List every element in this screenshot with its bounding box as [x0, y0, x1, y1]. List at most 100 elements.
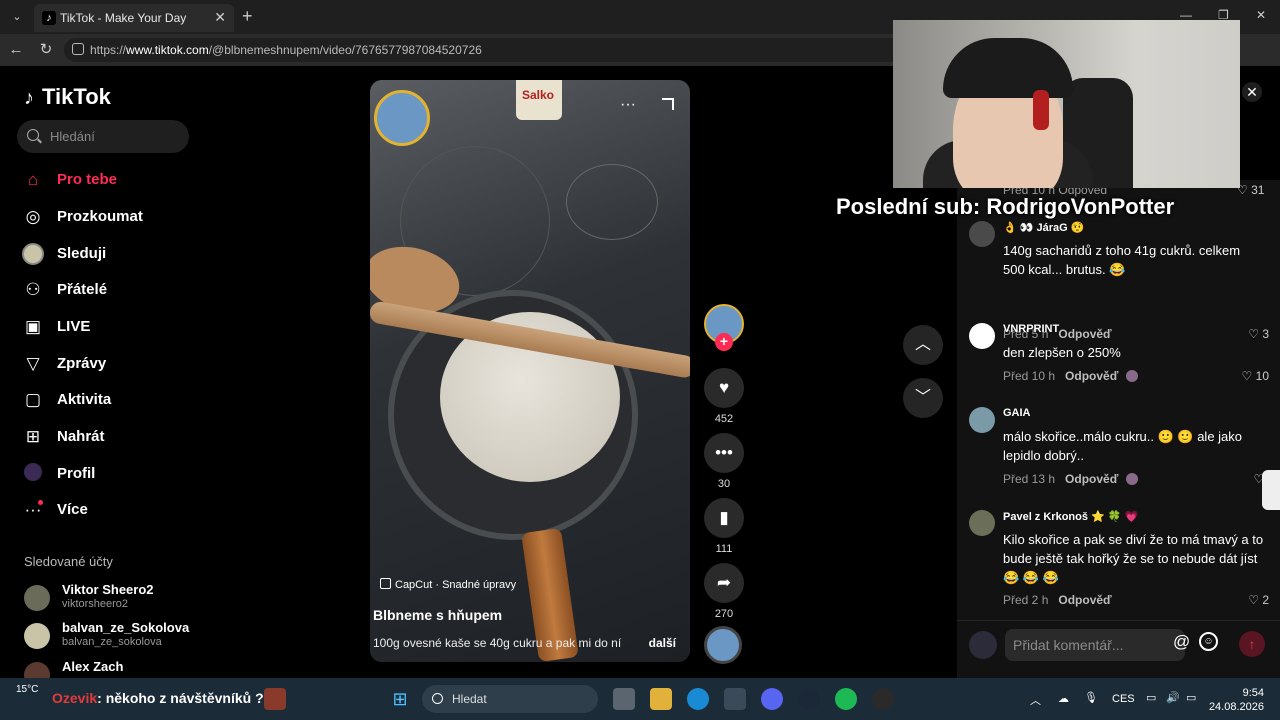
comment-meta: Před 13 h Odpověď [1003, 472, 1139, 486]
windows-start-icon[interactable]: ⊞ [389, 688, 411, 710]
new-tab-icon[interactable]: + [242, 6, 253, 27]
comment-input[interactable]: Přidat komentář... [1005, 629, 1185, 661]
sidebar-item-nahrat[interactable]: ⊞ Nahrát [20, 422, 190, 452]
steam-icon[interactable] [798, 688, 820, 710]
clock[interactable]: 9:54 24.08.2026 [1204, 686, 1264, 714]
discord-icon[interactable] [761, 688, 783, 710]
side-panel-tab[interactable] [1262, 470, 1280, 510]
video-player[interactable]: Salko ··· CapCut · Snadné úpravy Blbneme… [370, 80, 690, 662]
comment-like-count: 2 [1262, 593, 1269, 607]
avatar[interactable] [969, 323, 995, 349]
comment-like[interactable]: ♡ 2 [1248, 593, 1269, 607]
task-view-icon[interactable] [613, 688, 635, 710]
taskbar-search[interactable]: Hledat [422, 685, 598, 713]
sidebar-item-pro-tebe[interactable]: ⌂ Pro tebe [20, 165, 190, 195]
comment-username[interactable]: VNRPRINT [1003, 323, 1059, 335]
battery-icon[interactable]: ▭ [1186, 691, 1196, 704]
language-indicator[interactable]: CES [1112, 693, 1135, 705]
sidebar-item-aktivita[interactable]: ▢ Aktivita [20, 385, 190, 415]
search-icon [432, 693, 443, 704]
obs-icon[interactable] [872, 688, 894, 710]
followed-account[interactable]: balvan_ze_Sokolova balvan_ze_sokolova [24, 620, 194, 654]
sidebar: ♪ TikTok Hledání ⌂ Pro tebe ◎ Prozkoumat … [4, 66, 194, 678]
next-video-button[interactable]: ﹀ [903, 378, 943, 418]
clock-date: 24.08.2026 [1208, 701, 1264, 713]
followed-account[interactable]: Alex Zach [24, 659, 194, 678]
network-icon[interactable]: ▭ [1146, 691, 1156, 704]
partial-comment-like[interactable]: ♡ 31 [1237, 183, 1264, 197]
comment-like[interactable]: ♡ 3 [1248, 327, 1269, 341]
followed-accounts-heading: Sledované účty [24, 554, 113, 569]
sidebar-item-profil[interactable]: Profil [20, 459, 190, 489]
like-button[interactable]: ♥ 452 [704, 368, 744, 425]
spotify-icon[interactable] [835, 688, 857, 710]
search-input[interactable]: Hledání [17, 120, 189, 153]
capcut-icon [380, 578, 391, 589]
profile-avatar-icon [22, 463, 44, 485]
reply-button[interactable]: Odpověď [1065, 369, 1118, 383]
save-button[interactable]: ▮ 111 [704, 498, 744, 555]
tiktok-logo[interactable]: ♪ TikTok [24, 84, 111, 110]
send-comment-button[interactable]: ↑ [1239, 631, 1265, 657]
file-explorer-icon[interactable] [650, 688, 672, 710]
sidebar-item-vice[interactable]: ··· Více [20, 495, 190, 525]
comment-like[interactable]: ♡ 10 [1242, 369, 1269, 383]
emoji-icon[interactable]: ☺ [1199, 632, 1218, 651]
followed-handle: viktorsheero2 [62, 598, 129, 610]
headset [1033, 90, 1049, 130]
share-count: 270 [714, 608, 734, 620]
reply-button[interactable]: Odpověď [1065, 472, 1118, 486]
avatar[interactable] [969, 510, 995, 536]
tiktok-favicon-icon: ♪ [42, 11, 56, 25]
tray-chevron-icon[interactable]: ︿ [1030, 692, 1041, 708]
sidebar-item-pratele[interactable]: ⚇ Přátelé [20, 275, 190, 305]
tab-close-icon[interactable]: ✕ [214, 9, 226, 26]
comment-username[interactable]: GAIA [1003, 407, 1031, 419]
comment-username[interactable]: 👌 👀 JáraG 🤨 [1003, 221, 1084, 234]
comment-text: málo skořice..málo cukru.. 🙂 🙂 ale jako … [1003, 429, 1243, 463]
close-comments-icon[interactable]: ✕ [1242, 82, 1262, 102]
video-description: 100g ovesné kaše se 40g cukru a pak mi d… [373, 636, 622, 650]
comment-count: 30 [717, 478, 731, 490]
sidebar-item-live[interactable]: ▣ LIVE [20, 312, 190, 342]
fullscreen-icon[interactable] [662, 98, 674, 110]
microphone-icon[interactable]: 🎙 [1084, 691, 1098, 704]
sidebar-item-sleduji[interactable]: Sleduji [20, 239, 190, 269]
description-more-link[interactable]: další [649, 636, 676, 650]
ticker-prefix: Ozev [52, 690, 86, 706]
capcut-label[interactable]: CapCut · Snadné úpravy [380, 578, 516, 594]
clock-time: 9:54 [1242, 687, 1264, 699]
window-close-icon[interactable]: ✕ [1256, 8, 1266, 22]
mention-icon[interactable]: @ [1173, 632, 1190, 652]
avatar[interactable] [969, 407, 995, 433]
avatar[interactable] [969, 221, 995, 247]
site-info-icon[interactable] [72, 43, 84, 55]
sidebar-item-prozkoumat[interactable]: ◎ Prozkoumat [20, 202, 190, 232]
previous-video-button[interactable]: ︿ [903, 325, 943, 365]
comment-username[interactable]: Pavel z Krkonoš ⭐ 🍀 💗 [1003, 510, 1138, 523]
reply-button[interactable]: Odpověď [1058, 593, 1111, 607]
volume-icon[interactable]: 🔊 [1166, 691, 1180, 704]
comment-time: Před 13 h [1003, 472, 1056, 486]
store-icon[interactable] [724, 688, 746, 710]
weather-widget[interactable]: 15°C [16, 684, 38, 695]
back-icon[interactable]: ← [6, 40, 26, 60]
followed-name: balvan_ze_Sokolova [62, 620, 190, 635]
reload-icon[interactable]: ↻ [36, 40, 56, 60]
browser-tab[interactable]: ♪ TikTok - Make Your Day ✕ [34, 4, 234, 32]
comment-button[interactable]: ••• 30 [704, 433, 744, 490]
follow-plus-icon[interactable]: + [715, 333, 733, 351]
more-options-icon[interactable]: ··· [620, 96, 636, 114]
music-disc-icon[interactable] [704, 626, 742, 664]
live-icon: ▣ [24, 317, 42, 336]
video-author-title[interactable]: Blbneme s hňupem [373, 607, 502, 623]
onedrive-icon[interactable]: ☁ [1058, 692, 1069, 705]
capcut-text: CapCut · Snadné úpravy [395, 579, 517, 591]
edge-browser-icon[interactable] [687, 688, 709, 710]
tiktok-note-icon: ♪ [24, 87, 34, 109]
sidebar-item-zpravy[interactable]: ▽ Zprávy [20, 349, 190, 379]
followed-account[interactable]: Viktor Sheero2 viktorsheero2 [24, 582, 194, 616]
tab-list-chevron-icon[interactable]: ⌄ [8, 8, 26, 26]
reply-button[interactable]: Odpověď [1058, 327, 1111, 341]
share-button[interactable]: ➦ 270 [704, 563, 744, 620]
